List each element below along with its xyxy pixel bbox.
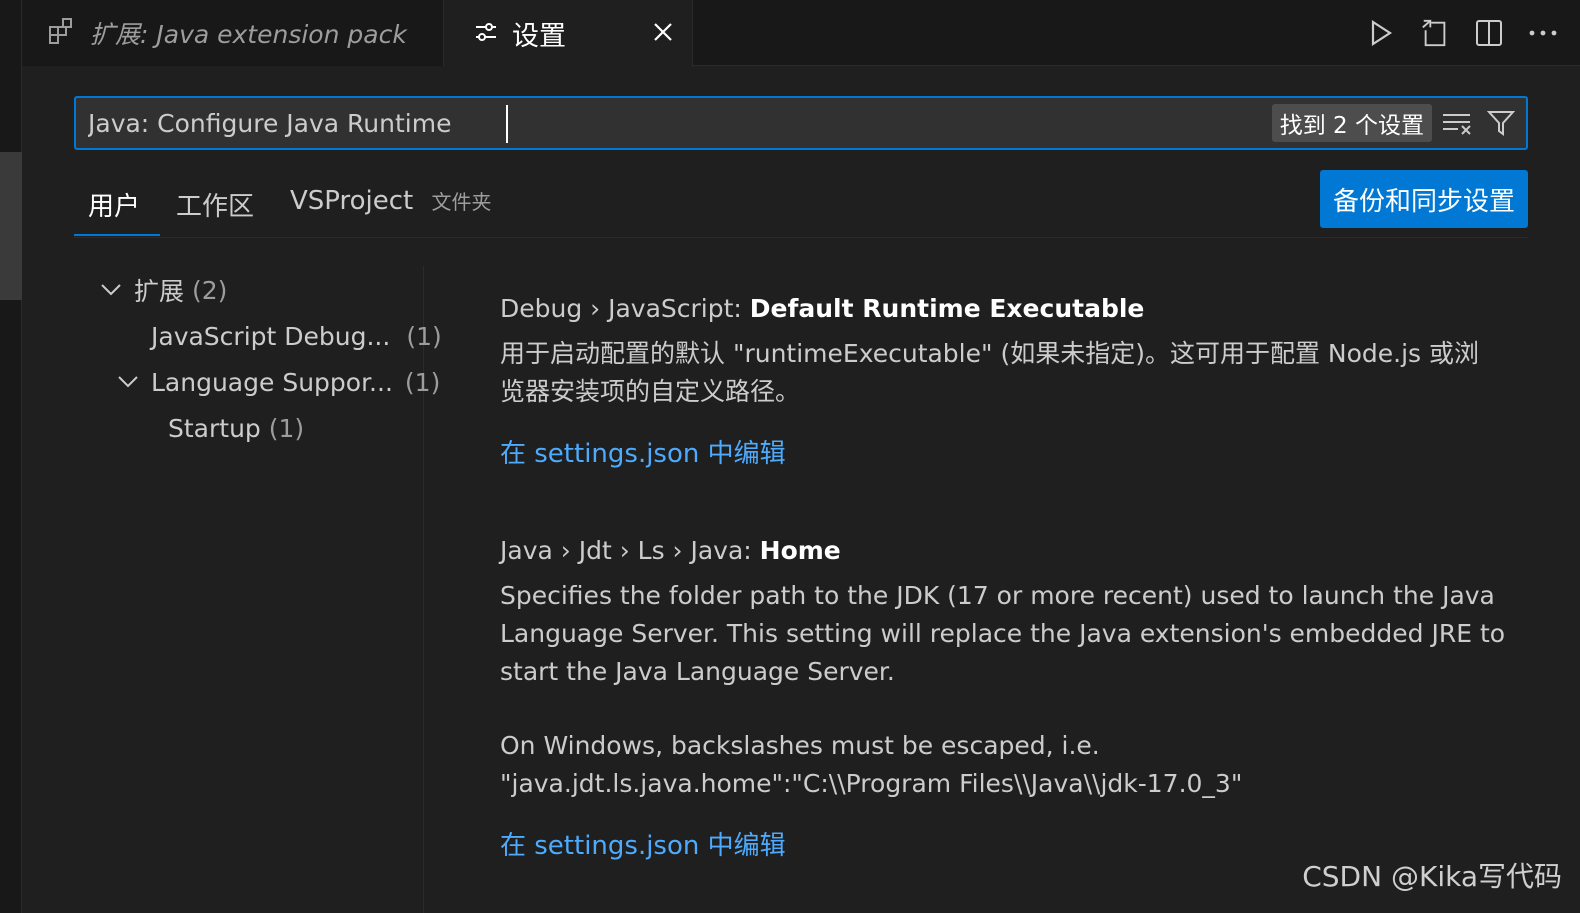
settings-sliders-icon <box>474 20 498 48</box>
setting-description-line: 览器安装项的自定义路径。 <box>500 377 801 406</box>
setting-note-line: "java.jdt.ls.java.home":"C:\\Program Fil… <box>500 769 1243 798</box>
tab-workspace-label: 工作区 <box>176 192 255 222</box>
setting-category: Java › Jdt › Ls › Java: <box>500 536 760 565</box>
tab-folder-hint: 文件夹 <box>431 190 492 214</box>
setting-title: Debug › JavaScript: Default Runtime Exec… <box>500 294 1510 323</box>
setting-java-jdt-ls-java-home: Java › Jdt › Ls › Java: Home Specifies t… <box>500 536 1510 862</box>
more-actions-icon[interactable] <box>1528 18 1558 48</box>
chevron-down-icon <box>100 279 122 301</box>
toc-item-language-support[interactable]: Language Suppor... (1) <box>117 362 440 402</box>
setting-debug-default-runtime-executable: Debug › JavaScript: Default Runtime Exec… <box>500 294 1510 470</box>
text-caret <box>506 105 508 143</box>
tab-folder-label: VSProject <box>290 186 414 216</box>
tab-settings-label: 设置 <box>512 21 566 52</box>
close-icon[interactable] <box>650 19 676 45</box>
tab-settings[interactable]: 设置 <box>444 0 693 67</box>
search-result-count-badge: 找到 2 个设置 <box>1271 104 1432 142</box>
tab-folder-vsproject[interactable]: VSProject 文件夹 <box>290 186 492 236</box>
chevron-down-icon <box>117 371 139 393</box>
clear-filter-icon[interactable] <box>1442 108 1472 138</box>
tab-user-label: 用户 <box>88 192 141 222</box>
settings-search-box: 找到 2 个设置 <box>74 96 1528 150</box>
setting-title: Java › Jdt › Ls › Java: Home <box>500 536 1510 565</box>
toc-startup-label: Startup <box>168 413 261 443</box>
editor-actions <box>1366 0 1558 66</box>
filter-icon[interactable] <box>1486 108 1516 138</box>
toc-startup-count: (1) <box>268 413 305 443</box>
setting-description: Specifies the folder path to the JDK (17… <box>500 577 1510 691</box>
setting-category: Debug › JavaScript: <box>500 294 750 323</box>
toc-js-debug-count: (1) <box>406 321 442 351</box>
settings-scope-tabs: 用户 工作区 VSProject 文件夹 备份和同步设置 <box>74 170 1528 238</box>
setting-description-line: Language Server. This setting will repla… <box>500 619 1506 648</box>
watermark: CSDN @Kika写代码 <box>1302 860 1562 893</box>
setting-description-line: start the Java Language Server. <box>500 657 895 686</box>
setting-description-line: Specifies the folder path to the JDK (17… <box>500 581 1495 610</box>
scrollbar-thumb[interactable] <box>0 152 22 300</box>
run-icon[interactable] <box>1366 18 1396 48</box>
settings-toc: 扩展 (2) JavaScript Debug... (1) Language … <box>74 266 442 913</box>
tab-extension-label: 扩展: Java extension pack <box>90 20 407 49</box>
split-editor-icon[interactable] <box>1474 18 1504 48</box>
edit-in-settings-json-link[interactable]: 在 settings.json 中编辑 <box>500 433 786 470</box>
setting-description: 用于启动配置的默认 "runtimeExecutable" (如果未指定)。这可… <box>500 335 1510 411</box>
toc-item-extensions[interactable]: 扩展 (2) <box>100 270 227 310</box>
open-settings-json-icon[interactable] <box>1420 18 1450 48</box>
toc-extensions-count: (2) <box>191 275 228 305</box>
editor-tab-bar: 扩展: Java extension pack 设置 <box>22 0 1580 67</box>
setting-note: On Windows, backslashes must be escaped,… <box>500 727 1510 803</box>
setting-key: Default Runtime Executable <box>749 294 1145 323</box>
tab-user[interactable]: 用户 <box>74 186 160 236</box>
extensions-icon <box>48 17 76 49</box>
toc-item-js-debug[interactable]: JavaScript Debug... (1) <box>151 316 442 356</box>
backup-sync-settings-button[interactable]: 备份和同步设置 <box>1320 170 1528 228</box>
toc-language-support-count: (1) <box>404 367 441 397</box>
setting-note-line: On Windows, backslashes must be escaped,… <box>500 731 1100 760</box>
toc-extensions-label: 扩展 <box>134 277 185 306</box>
toc-item-startup[interactable]: Startup (1) <box>168 408 304 448</box>
search-actions <box>1442 108 1516 138</box>
edit-in-settings-json-link[interactable]: 在 settings.json 中编辑 <box>500 825 786 862</box>
settings-editor-window: 扩展: Java extension pack 设置 Java: Configu… <box>0 0 1580 913</box>
toc-js-debug-label: JavaScript Debug... <box>151 321 391 351</box>
tab-workspace[interactable]: 工作区 <box>176 186 254 236</box>
toc-language-support-label: Language Suppor... <box>151 367 393 397</box>
setting-description-line: 用于启动配置的默认 "runtimeExecutable" (如果未指定)。这可… <box>500 339 1480 368</box>
activity-strip <box>0 0 22 913</box>
setting-key: Home <box>759 536 841 565</box>
search-input[interactable] <box>76 98 1272 148</box>
tab-extension-java-pack[interactable]: 扩展: Java extension pack <box>22 0 444 66</box>
